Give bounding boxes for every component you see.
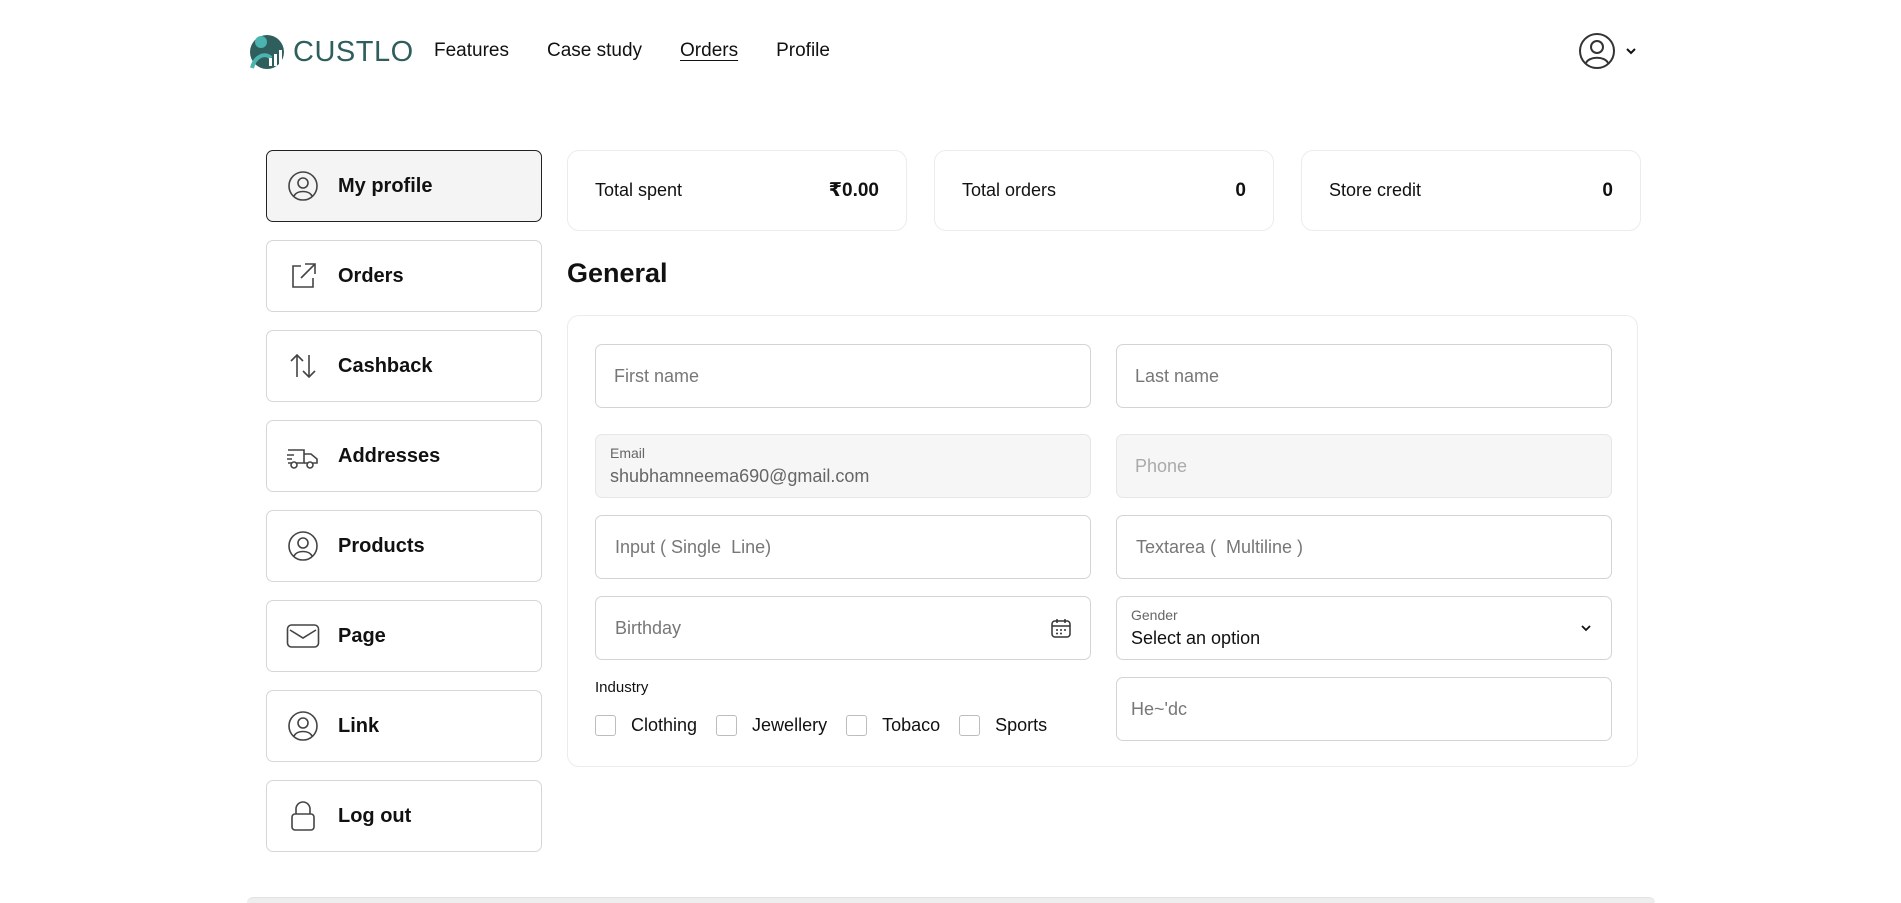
footer-edge — [247, 897, 1655, 903]
user-avatar-icon — [1579, 33, 1615, 69]
checkbox[interactable] — [595, 715, 616, 736]
sidebar-item-products[interactable]: Products — [266, 510, 542, 582]
sidebar-item-label: Products — [338, 534, 425, 557]
brand-logo[interactable]: CUSTLO — [247, 32, 414, 72]
logo-icon — [250, 35, 284, 69]
checkbox-label: Sports — [995, 715, 1048, 735]
stat-value: ₹0.00 — [828, 180, 879, 201]
email-value: shubhamneema690@gmail.com — [610, 466, 870, 486]
industry-option-jewellery[interactable]: Jewellery — [716, 715, 827, 736]
industry-checkboxes: Clothing Jewellery Tobaco Sports — [595, 715, 1066, 736]
sidebar-item-label: Link — [338, 714, 380, 737]
custom-field — [1116, 677, 1612, 741]
stat-label: Total orders — [962, 180, 1057, 200]
section-title: General — [567, 258, 668, 288]
account-menu[interactable] — [1578, 32, 1638, 70]
phone-input[interactable] — [1117, 435, 1611, 497]
chevron-down-icon — [1579, 621, 1593, 640]
stat-total-orders: Total orders 0 — [934, 150, 1274, 231]
checkbox-label: Jewellery — [752, 715, 828, 735]
gender-label: Gender — [1131, 607, 1178, 623]
sidebar-item-addresses[interactable]: Addresses — [266, 420, 542, 492]
sidebar-item-label: Orders — [338, 264, 404, 287]
sidebar: My profile Orders Cashback Addresses Pro… — [266, 150, 542, 870]
email-label: Email — [610, 445, 646, 461]
industry-option-tobaco[interactable]: Tobaco — [846, 715, 940, 736]
stat-label: Total spent — [595, 180, 683, 200]
gender-value: Select an option — [1131, 628, 1261, 648]
sidebar-item-label: My profile — [338, 174, 433, 197]
stat-store-credit: Store credit 0 — [1301, 150, 1641, 231]
gender-select[interactable]: Gender Select an option — [1116, 596, 1612, 660]
sidebar-item-link[interactable]: Link — [266, 690, 542, 762]
checkbox[interactable] — [846, 715, 868, 736]
sidebar-item-label: Addresses — [338, 444, 441, 467]
mail-icon — [286, 619, 320, 653]
single-line-input[interactable] — [596, 516, 1090, 578]
nav-features[interactable]: Features — [434, 40, 509, 62]
user-circle-icon — [286, 529, 320, 563]
sidebar-item-log-out[interactable]: Log out — [266, 780, 542, 852]
user-circle-icon — [286, 169, 320, 203]
industry-option-clothing[interactable]: Clothing — [595, 715, 697, 736]
checkbox[interactable] — [959, 715, 981, 736]
brand-name: CUSTLO — [293, 35, 414, 68]
user-circle-icon — [286, 709, 320, 743]
sidebar-item-label: Cashback — [338, 354, 433, 377]
checkbox[interactable] — [716, 715, 738, 736]
first-name-input[interactable] — [596, 345, 1090, 407]
sidebar-item-label: Log out — [338, 804, 412, 827]
calendar-icon[interactable] — [1050, 617, 1072, 644]
phone-field — [1116, 434, 1612, 498]
industry-option-sports[interactable]: Sports — [959, 715, 1047, 736]
nav-orders[interactable]: Orders — [680, 40, 738, 62]
sidebar-item-my-profile[interactable]: My profile — [266, 150, 542, 222]
chevron-down-icon — [1626, 48, 1636, 55]
last-name-field — [1116, 344, 1612, 408]
email-field[interactable]: Email shubhamneema690@gmail.com — [595, 434, 1091, 498]
sidebar-item-label: Page — [338, 624, 386, 647]
stat-value: 0 — [1235, 179, 1246, 201]
last-name-input[interactable] — [1117, 345, 1611, 407]
stats-row: Total spent ₹0.00 Total orders 0 Store c… — [567, 150, 1641, 231]
multiline-field — [1116, 515, 1612, 579]
stat-value: 0 — [1602, 179, 1613, 201]
birthday-field — [595, 596, 1091, 660]
stat-label: Store credit — [1329, 180, 1422, 200]
external-link-icon — [286, 259, 320, 293]
single-line-field — [595, 515, 1091, 579]
checkbox-label: Tobaco — [882, 715, 941, 735]
sidebar-item-orders[interactable]: Orders — [266, 240, 542, 312]
general-form: Email shubhamneema690@gmail.com Gender S… — [567, 315, 1638, 767]
sidebar-item-cashback[interactable]: Cashback — [266, 330, 542, 402]
birthday-input[interactable] — [596, 597, 1090, 659]
sidebar-item-page[interactable]: Page — [266, 600, 542, 672]
custom-input[interactable] — [1117, 678, 1611, 740]
nav-case-study[interactable]: Case study — [547, 40, 642, 62]
lock-icon — [286, 799, 320, 833]
checkbox-label: Clothing — [631, 715, 698, 735]
industry-label: Industry — [595, 679, 649, 696]
arrows-up-down-icon — [286, 349, 320, 383]
stat-total-spent: Total spent ₹0.00 — [567, 150, 907, 231]
top-header: CUSTLO Features Case study Orders Profil… — [0, 0, 1901, 104]
main-nav: Features Case study Orders Profile — [434, 40, 868, 62]
multiline-textarea[interactable] — [1117, 516, 1611, 578]
nav-profile[interactable]: Profile — [776, 40, 830, 62]
first-name-field — [595, 344, 1091, 408]
delivery-truck-icon — [286, 439, 320, 473]
